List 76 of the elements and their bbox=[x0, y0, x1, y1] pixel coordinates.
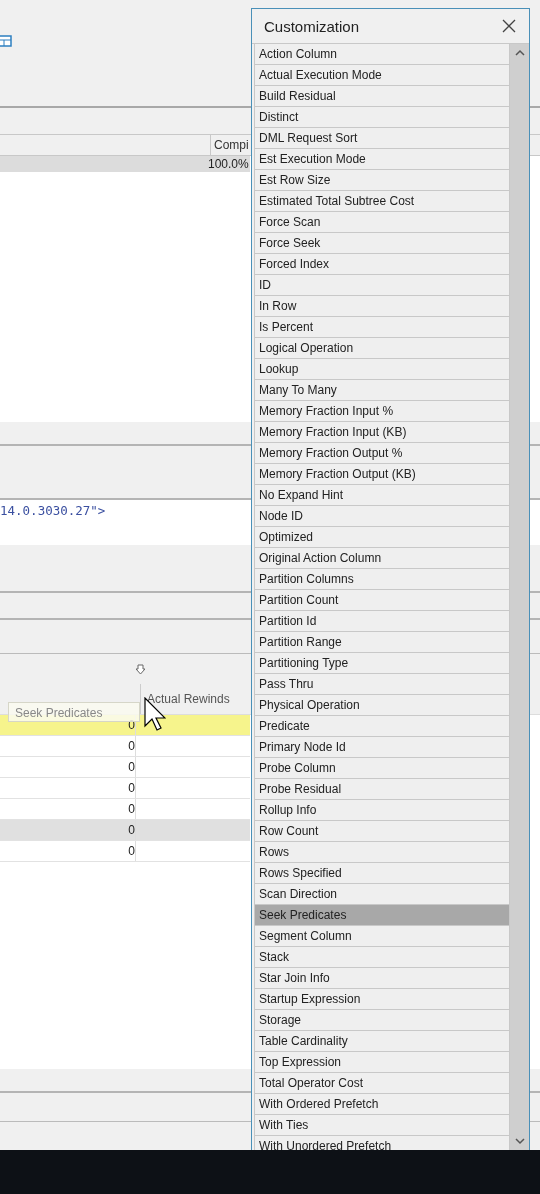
table-icon[interactable] bbox=[0, 35, 12, 47]
column-list-item[interactable]: Actual Execution Mode bbox=[254, 65, 510, 86]
column-list-item[interactable]: Node ID bbox=[254, 506, 510, 527]
column-list-item[interactable]: Scan Direction bbox=[254, 884, 510, 905]
column-list-item[interactable]: Force Scan bbox=[254, 212, 510, 233]
column-list-item[interactable]: Distinct bbox=[254, 107, 510, 128]
column-list-item[interactable]: Primary Node Id bbox=[254, 737, 510, 758]
drop-marker-icon bbox=[136, 664, 145, 675]
table-cell: 0 bbox=[0, 841, 136, 861]
grid-row[interactable]: 0 bbox=[0, 799, 250, 820]
grid-row[interactable]: 0 bbox=[0, 736, 250, 757]
column-list-item[interactable]: Est Row Size bbox=[254, 170, 510, 191]
column-list-item[interactable]: Memory Fraction Input (KB) bbox=[254, 422, 510, 443]
grid-row[interactable]: 0 bbox=[0, 778, 250, 799]
table-cell: 0 bbox=[0, 736, 136, 756]
column-list-item[interactable]: ID bbox=[254, 275, 510, 296]
grid-row[interactable]: 0 bbox=[0, 820, 250, 841]
column-list-item[interactable]: Partitioning Type bbox=[254, 653, 510, 674]
column-list-item[interactable]: DML Request Sort bbox=[254, 128, 510, 149]
scrollbar[interactable] bbox=[510, 44, 529, 1150]
column-list-item[interactable]: Probe Column bbox=[254, 758, 510, 779]
table-cell: 0 bbox=[0, 820, 136, 840]
column-list-item[interactable]: Physical Operation bbox=[254, 695, 510, 716]
column-list-item[interactable]: With Ordered Prefetch bbox=[254, 1094, 510, 1115]
table-cell: 0 bbox=[0, 757, 136, 777]
xml-text: 14.0.3030.27"> bbox=[0, 503, 106, 518]
column-list-item[interactable]: Startup Expression bbox=[254, 989, 510, 1010]
scroll-down-icon[interactable] bbox=[514, 1137, 525, 1145]
column-list-item[interactable]: Table Cardinality bbox=[254, 1031, 510, 1052]
column-list-item[interactable]: Predicate bbox=[254, 716, 510, 737]
close-icon[interactable] bbox=[501, 18, 517, 34]
column-header[interactable]: Compi bbox=[211, 135, 249, 155]
column-list-item[interactable]: Memory Fraction Output % bbox=[254, 443, 510, 464]
column-list-item[interactable]: Logical Operation bbox=[254, 338, 510, 359]
drag-tooltip: Seek Predicates bbox=[8, 702, 140, 722]
column-list-item[interactable]: Partition Range bbox=[254, 632, 510, 653]
table-cell: 0 bbox=[0, 778, 136, 798]
percent-value: 100.0% bbox=[208, 157, 250, 171]
column-list-item[interactable]: Top Expression bbox=[254, 1052, 510, 1073]
column-list-item[interactable]: Partition Count bbox=[254, 590, 510, 611]
column-list-item[interactable]: Probe Residual bbox=[254, 779, 510, 800]
column-list-item[interactable]: Rows Specified bbox=[254, 863, 510, 884]
column-list-item[interactable]: With Ties bbox=[254, 1115, 510, 1136]
grid-row[interactable]: 0 bbox=[0, 841, 250, 862]
column-list-item[interactable]: No Expand Hint bbox=[254, 485, 510, 506]
column-list-item[interactable]: Star Join Info bbox=[254, 968, 510, 989]
table-cell: 0 bbox=[0, 799, 136, 819]
column-list-item[interactable]: In Row bbox=[254, 296, 510, 317]
column-list-item[interactable]: Est Execution Mode bbox=[254, 149, 510, 170]
panel-title: Customization bbox=[264, 17, 360, 35]
column-list-item[interactable]: With Unordered Prefetch bbox=[254, 1136, 510, 1150]
column-list-item[interactable]: Force Seek bbox=[254, 233, 510, 254]
column-list-item[interactable]: Row Count bbox=[254, 821, 510, 842]
column-list-item[interactable]: Partition Id bbox=[254, 611, 510, 632]
column-list-item[interactable]: Seek Predicates bbox=[254, 905, 510, 926]
column-list-item[interactable]: Optimized bbox=[254, 527, 510, 548]
grid-row[interactable]: 0 bbox=[0, 757, 250, 778]
column-list-item[interactable]: Action Column bbox=[254, 44, 510, 65]
column-list-item[interactable]: Stack bbox=[254, 947, 510, 968]
column-list-item[interactable]: Many To Many bbox=[254, 380, 510, 401]
column-list-item[interactable]: Original Action Column bbox=[254, 548, 510, 569]
column-list-item[interactable]: Pass Thru bbox=[254, 674, 510, 695]
column-list-item[interactable]: Forced Index bbox=[254, 254, 510, 275]
column-list-item[interactable]: Segment Column bbox=[254, 926, 510, 947]
column-list-item[interactable]: Rollup Info bbox=[254, 800, 510, 821]
column-list-item[interactable]: Total Operator Cost bbox=[254, 1073, 510, 1094]
column-list-item[interactable]: Is Percent bbox=[254, 317, 510, 338]
column-list-item[interactable]: Memory Fraction Output (KB) bbox=[254, 464, 510, 485]
column-list-item[interactable]: Memory Fraction Input % bbox=[254, 401, 510, 422]
scroll-up-icon[interactable] bbox=[514, 49, 525, 57]
column-list-item[interactable]: Lookup bbox=[254, 359, 510, 380]
column-list-item[interactable]: Storage bbox=[254, 1010, 510, 1031]
column-list-item[interactable]: Rows bbox=[254, 842, 510, 863]
column-list-item[interactable]: Estimated Total Subtree Cost bbox=[254, 191, 510, 212]
column-list-item[interactable]: Build Residual bbox=[254, 86, 510, 107]
column-list-item[interactable]: Partition Columns bbox=[254, 569, 510, 590]
